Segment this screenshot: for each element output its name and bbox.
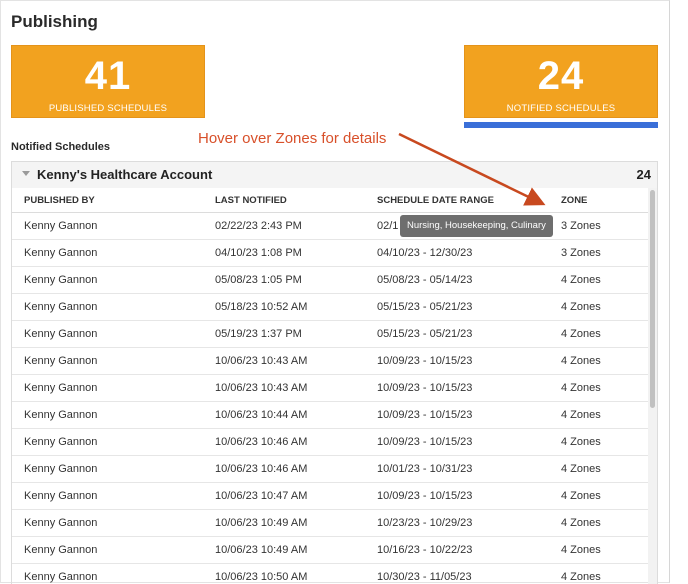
cell-last-notified: 05/19/23 1:37 PM <box>203 321 365 348</box>
collapse-caret-icon[interactable] <box>22 171 30 176</box>
cell-published-by: Kenny Gannon <box>12 537 203 564</box>
cell-last-notified: 10/06/23 10:46 AM <box>203 456 365 483</box>
cell-published-by: Kenny Gannon <box>12 456 203 483</box>
cell-last-notified: 10/06/23 10:50 AM <box>203 564 365 584</box>
table-row[interactable]: Kenny Gannon05/19/23 1:37 PM05/15/23 - 0… <box>12 321 648 348</box>
cell-date-range: 04/10/23 - 12/30/23 <box>365 240 549 267</box>
cell-date-range: 05/08/23 - 05/14/23 <box>365 267 549 294</box>
section-label: Notified Schedules <box>11 141 110 153</box>
column-header-date-range[interactable]: SCHEDULE DATE RANGE <box>365 188 549 213</box>
notified-count: 24 <box>465 56 657 96</box>
cell-published-by: Kenny Gannon <box>12 348 203 375</box>
cell-zone[interactable]: 4 Zones <box>549 429 648 456</box>
cell-date-range: 10/09/23 - 10/15/23 <box>365 402 549 429</box>
publishing-panel: Publishing 41 PUBLISHED SCHEDULES 24 NOT… <box>0 0 670 583</box>
zone-tooltip: Nursing, Housekeeping, Culinary <box>400 215 553 237</box>
cell-zone[interactable]: 4 Zones <box>549 510 648 537</box>
cell-zone[interactable]: 4 Zones <box>549 267 648 294</box>
cell-zone[interactable]: 4 Zones <box>549 456 648 483</box>
scrollbar-thumb[interactable] <box>650 190 655 408</box>
cell-published-by: Kenny Gannon <box>12 240 203 267</box>
cell-zone[interactable]: 4 Zones <box>549 537 648 564</box>
cell-date-range: 10/09/23 - 10/15/23 <box>365 348 549 375</box>
cell-zone[interactable]: 4 Zones <box>549 348 648 375</box>
cell-published-by: Kenny Gannon <box>12 564 203 584</box>
cell-last-notified: 10/06/23 10:44 AM <box>203 402 365 429</box>
cell-last-notified: 04/10/23 1:08 PM <box>203 240 365 267</box>
published-label: PUBLISHED SCHEDULES <box>12 103 204 114</box>
notified-schedules-card[interactable]: 24 NOTIFIED SCHEDULES <box>464 45 658 118</box>
table-row[interactable]: Kenny Gannon10/06/23 10:43 AM10/09/23 - … <box>12 348 648 375</box>
cell-date-range: 10/09/23 - 10/15/23 <box>365 375 549 402</box>
cell-zone[interactable]: 4 Zones <box>549 402 648 429</box>
cell-zone[interactable]: 4 Zones <box>549 321 648 348</box>
active-card-indicator <box>464 122 658 128</box>
schedules-table-container: PUBLISHED BY LAST NOTIFIED SCHEDULE DATE… <box>11 188 658 584</box>
cell-zone[interactable]: 4 Zones <box>549 483 648 510</box>
page-title: Publishing <box>11 12 98 32</box>
cell-zone[interactable]: 4 Zones <box>549 294 648 321</box>
cell-published-by: Kenny Gannon <box>12 321 203 348</box>
cell-published-by: Kenny Gannon <box>12 213 203 240</box>
schedules-table: PUBLISHED BY LAST NOTIFIED SCHEDULE DATE… <box>12 188 648 584</box>
cell-published-by: Kenny Gannon <box>12 267 203 294</box>
cell-last-notified: 10/06/23 10:49 AM <box>203 510 365 537</box>
table-row[interactable]: Kenny Gannon10/06/23 10:44 AM10/09/23 - … <box>12 402 648 429</box>
cell-zone[interactable]: 4 Zones <box>549 375 648 402</box>
cell-last-notified: 10/06/23 10:43 AM <box>203 348 365 375</box>
cell-date-range: 10/16/23 - 10/22/23 <box>365 537 549 564</box>
table-row[interactable]: Kenny Gannon10/06/23 10:50 AM10/30/23 - … <box>12 564 648 584</box>
table-row[interactable]: Kenny Gannon04/10/23 1:08 PM04/10/23 - 1… <box>12 240 648 267</box>
cell-date-range: 05/15/23 - 05/21/23 <box>365 294 549 321</box>
cell-last-notified: 10/06/23 10:49 AM <box>203 537 365 564</box>
cell-zone[interactable]: 4 Zones <box>549 564 648 584</box>
cell-published-by: Kenny Gannon <box>12 483 203 510</box>
table-row[interactable]: Kenny Gannon10/06/23 10:46 AM10/01/23 - … <box>12 456 648 483</box>
cell-last-notified: 10/06/23 10:46 AM <box>203 429 365 456</box>
table-row[interactable]: Kenny Gannon05/18/23 10:52 AM05/15/23 - … <box>12 294 648 321</box>
vertical-scrollbar[interactable] <box>648 188 657 584</box>
table-row[interactable]: Kenny Gannon05/08/23 1:05 PM05/08/23 - 0… <box>12 267 648 294</box>
cell-last-notified: 05/08/23 1:05 PM <box>203 267 365 294</box>
cell-published-by: Kenny Gannon <box>12 510 203 537</box>
table-row[interactable]: Kenny Gannon10/06/23 10:43 AM10/09/23 - … <box>12 375 648 402</box>
cell-last-notified: 10/06/23 10:43 AM <box>203 375 365 402</box>
annotation-text: Hover over Zones for details <box>198 130 386 147</box>
published-schedules-card[interactable]: 41 PUBLISHED SCHEDULES <box>11 45 205 118</box>
cell-date-range: 10/09/23 - 10/15/23 <box>365 483 549 510</box>
cell-last-notified: 10/06/23 10:47 AM <box>203 483 365 510</box>
table-row[interactable]: Kenny Gannon10/06/23 10:49 AM10/23/23 - … <box>12 510 648 537</box>
cell-date-range: 05/15/23 - 05/21/23 <box>365 321 549 348</box>
published-count: 41 <box>12 56 204 96</box>
cell-published-by: Kenny Gannon <box>12 294 203 321</box>
account-name: Kenny's Healthcare Account <box>37 167 212 182</box>
account-count: 24 <box>637 167 651 182</box>
cell-published-by: Kenny Gannon <box>12 375 203 402</box>
cell-published-by: Kenny Gannon <box>12 402 203 429</box>
cell-published-by: Kenny Gannon <box>12 429 203 456</box>
table-row[interactable]: Kenny Gannon10/06/23 10:49 AM10/16/23 - … <box>12 537 648 564</box>
column-header-zone[interactable]: ZONE <box>549 188 648 213</box>
column-header-last-notified[interactable]: LAST NOTIFIED <box>203 188 365 213</box>
cell-zone[interactable]: 3 Zones <box>549 213 648 240</box>
column-header-published-by[interactable]: PUBLISHED BY <box>12 188 203 213</box>
notified-label: NOTIFIED SCHEDULES <box>465 103 657 114</box>
cell-last-notified: 05/18/23 10:52 AM <box>203 294 365 321</box>
cell-date-range: 10/23/23 - 10/29/23 <box>365 510 549 537</box>
table-row[interactable]: Kenny Gannon10/06/23 10:46 AM10/09/23 - … <box>12 429 648 456</box>
cell-date-range: 10/30/23 - 11/05/23 <box>365 564 549 584</box>
cell-last-notified: 02/22/23 2:43 PM <box>203 213 365 240</box>
cell-date-range: 10/01/23 - 10/31/23 <box>365 456 549 483</box>
table-header-row: PUBLISHED BY LAST NOTIFIED SCHEDULE DATE… <box>12 188 648 213</box>
account-group-header[interactable]: Kenny's Healthcare Account 24 <box>11 161 658 188</box>
cell-zone[interactable]: 3 Zones <box>549 240 648 267</box>
table-row[interactable]: Kenny Gannon10/06/23 10:47 AM10/09/23 - … <box>12 483 648 510</box>
cell-date-range: 10/09/23 - 10/15/23 <box>365 429 549 456</box>
